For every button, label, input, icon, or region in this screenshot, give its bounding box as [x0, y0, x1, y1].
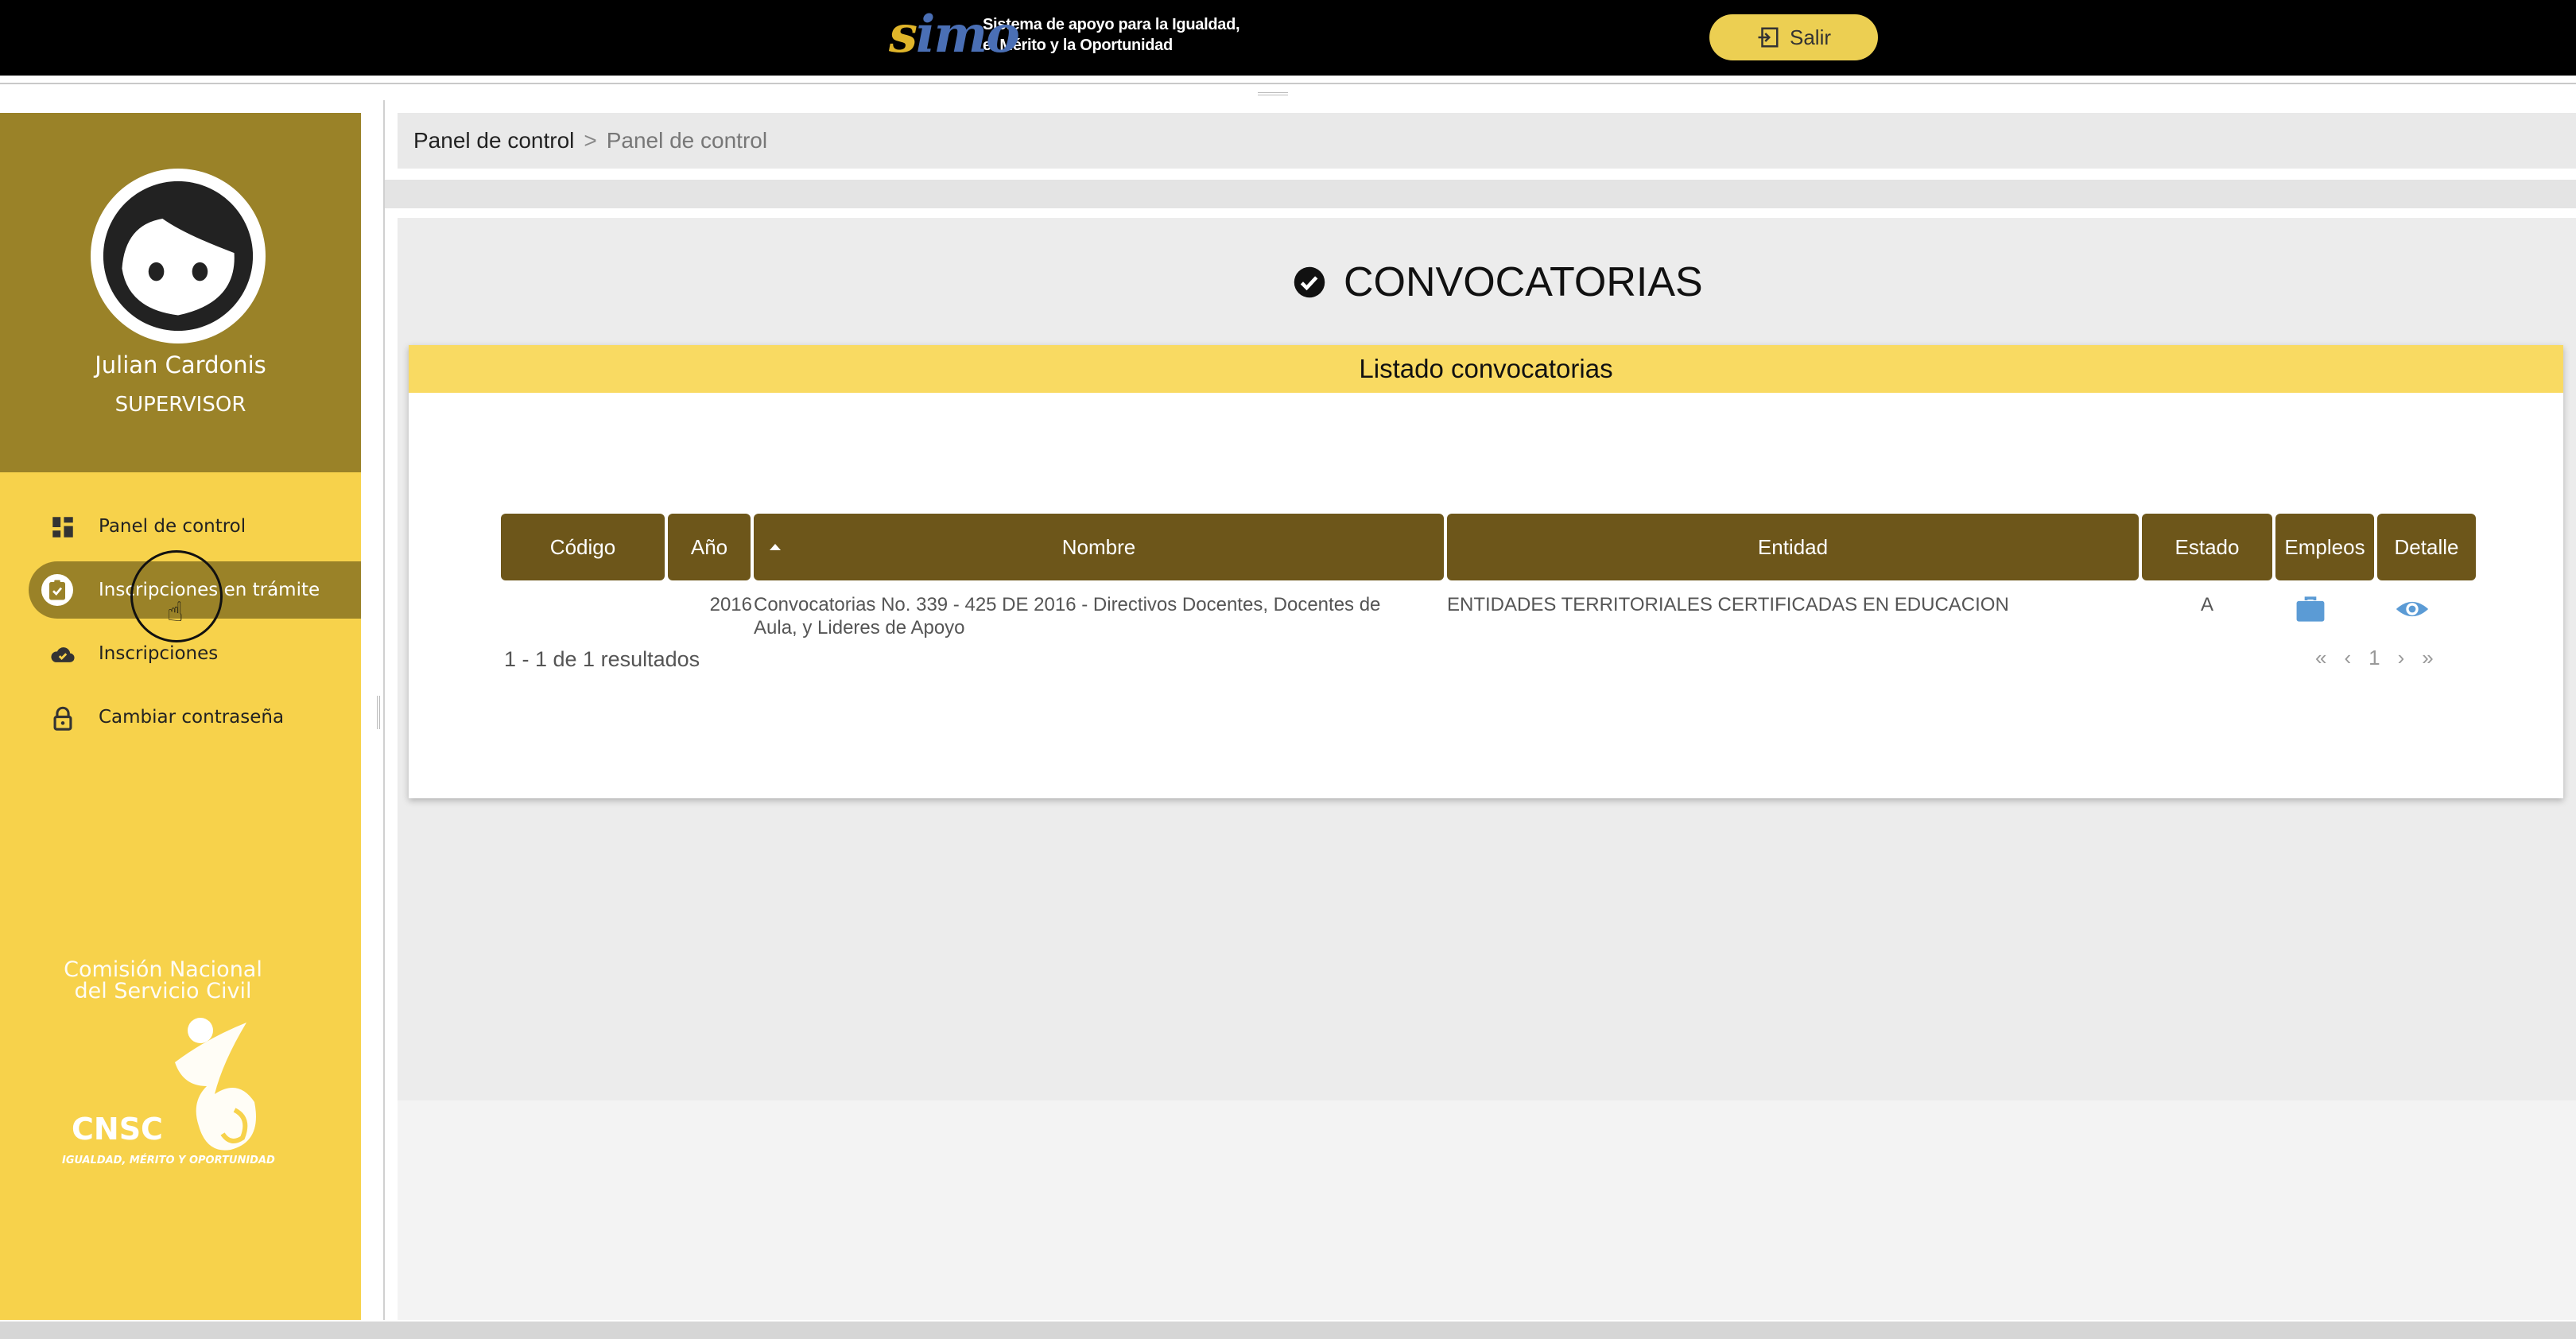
column-header-estado[interactable]: Estado [2142, 514, 2272, 580]
detalle-button[interactable] [2395, 592, 2430, 630]
last-page-button[interactable]: » [2422, 646, 2433, 670]
column-label: Entidad [1757, 534, 1829, 559]
pagination: « ‹ 1 › » [2315, 646, 2434, 670]
cell-anio: 2016 [709, 594, 752, 615]
column-label: Año [690, 534, 728, 559]
check-circle-icon [1294, 266, 1325, 298]
user-avatar-icon [103, 180, 254, 332]
results-count: 1 - 1 de 1 resultados [504, 647, 700, 671]
cell-entidad: ENTIDADES TERRITORIALES CERTIFICADAS EN … [1447, 594, 2009, 615]
page-title: CONVOCATORIAS [1293, 253, 1703, 312]
hand-cursor-icon: ☝ [167, 596, 184, 628]
prev-page-button[interactable]: ‹ [2344, 646, 2351, 670]
cnsc-figure-icon [175, 1018, 256, 1151]
column-header-empleos[interactable]: Empleos [2275, 514, 2374, 580]
cell-nombre: Convocatorias No. 339 - 425 DE 2016 - Di… [754, 593, 1437, 639]
briefcase-icon [2296, 596, 2325, 622]
avatar[interactable] [91, 169, 266, 343]
column-header-nombre[interactable]: Nombre [754, 514, 1444, 580]
sidebar-item-label: Inscripciones [99, 643, 219, 664]
eye-icon [2396, 601, 2429, 617]
logout-label: Salir [1789, 25, 1831, 49]
logout-button[interactable]: Salir [1709, 14, 1878, 60]
breadcrumb: Panel de control > Panel de control [398, 113, 2576, 169]
breadcrumb-current: Panel de control [606, 128, 768, 153]
breadcrumb-root[interactable]: Panel de control [413, 128, 574, 153]
cell-estado: A [2200, 594, 2213, 615]
profile-panel: Julian Cardonis SUPERVISOR [0, 113, 361, 472]
clipboard-check-icon [41, 574, 73, 606]
lock-icon [49, 704, 76, 732]
cell-nombre-line-1: Convocatorias No. 339 - 425 DE 2016 - Di… [754, 594, 1381, 615]
column-header-codigo[interactable]: Código [501, 514, 665, 580]
dashboard-icon [49, 514, 76, 541]
column-header-anio[interactable]: Año [668, 514, 751, 580]
cnsc-line-2: del Servicio Civil [74, 979, 252, 1003]
simo-logo-text: Sistema de apoyo para la Igualdad, el Mé… [983, 14, 1240, 56]
column-header-detalle[interactable]: Detalle [2377, 514, 2476, 580]
next-page-button[interactable]: › [2398, 646, 2405, 670]
sidebar-item-panel-de-control[interactable]: Panel de control [0, 495, 361, 558]
column-label: Detalle [2394, 534, 2459, 559]
sidebar-item-cambiar-contrasena[interactable]: Cambiar contraseña [0, 685, 361, 749]
logo-line-1: Sistema de apoyo para la Igualdad, [983, 16, 1240, 33]
first-page-button[interactable]: « [2315, 646, 2326, 670]
column-label: Código [549, 534, 616, 559]
user-role: SUPERVISOR [114, 393, 246, 417]
top-bar: simo Sistema de apoyo para la Igualdad, … [0, 0, 2576, 76]
content-lower-area [398, 1100, 2576, 1320]
simo-logo-mark: simo [889, 5, 1020, 64]
page-title-text: CONVOCATORIAS [1344, 259, 1703, 305]
cnsc-tagline: IGUALDAD, MÉRITO Y OPORTUNIDAD [62, 1155, 275, 1166]
cell-nombre-line-2: Aula, y Lideres de Apoyo [754, 617, 965, 638]
toolbar-strip [385, 180, 2576, 208]
convocatorias-card: Listado convocatorias Código Año Nombre … [409, 345, 2563, 798]
column-label: Empleos [2284, 534, 2365, 559]
breadcrumb-separator: > [584, 128, 597, 153]
cnsc-line-1: Comisión Nacional [64, 957, 262, 982]
resize-grip[interactable] [1258, 92, 1288, 95]
cnsc-logo: Comisión Nacional del Servicio Civil CNS… [56, 959, 286, 1182]
cloud-check-icon [49, 641, 76, 668]
sidebar-item-label: Panel de control [99, 516, 246, 537]
top-divider [0, 83, 2576, 84]
sort-ascending-icon [770, 544, 781, 550]
bottom-bar [0, 1322, 2576, 1339]
cnsc-acronym: CNSC [72, 1112, 163, 1147]
page-number-button[interactable]: 1 [2368, 646, 2380, 670]
logo-line-2: el Mérito y la Oportunidad [983, 37, 1173, 54]
panel-splitter[interactable] [377, 696, 380, 729]
column-label: Estado [2174, 534, 2240, 559]
simo-logo: simo Sistema de apoyo para la Igualdad, … [889, 5, 1240, 65]
card-title: Listado convocatorias [409, 345, 2563, 393]
sidebar: Julian Cardonis SUPERVISOR Panel de cont… [0, 113, 361, 1320]
column-label: Nombre [1061, 534, 1136, 559]
column-header-entidad[interactable]: Entidad [1447, 514, 2139, 580]
empleos-button[interactable] [2293, 592, 2328, 630]
logout-icon [1758, 27, 1779, 48]
user-name: Julian Cardonis [95, 351, 266, 378]
sidebar-item-label: Cambiar contraseña [99, 707, 285, 728]
